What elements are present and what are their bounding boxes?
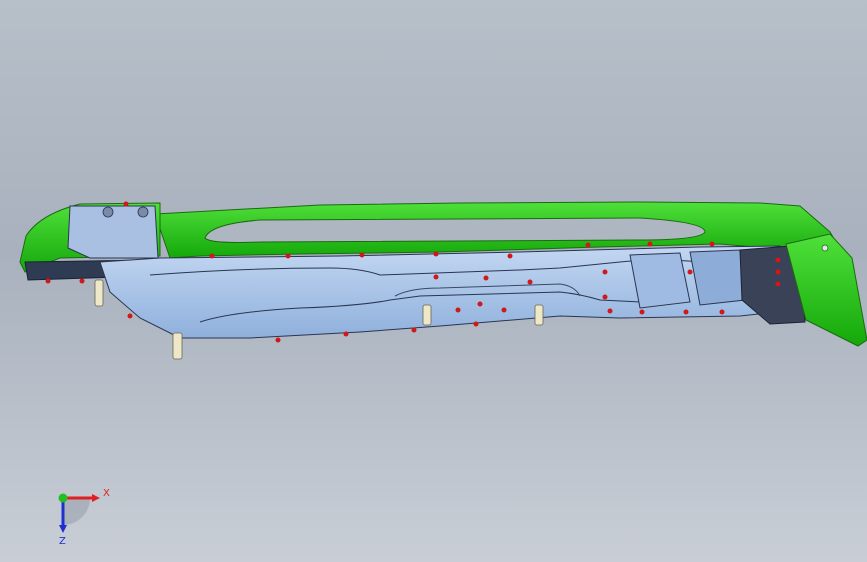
weld-point[interactable] bbox=[602, 269, 608, 275]
weld-point[interactable] bbox=[507, 253, 513, 259]
weld-point[interactable] bbox=[527, 279, 533, 285]
weld-point[interactable] bbox=[455, 307, 461, 313]
weld-point[interactable] bbox=[473, 321, 479, 327]
weld-point[interactable] bbox=[585, 242, 591, 248]
weld-point[interactable] bbox=[343, 331, 349, 337]
weld-point[interactable] bbox=[501, 307, 507, 313]
weld-point[interactable] bbox=[687, 269, 693, 275]
weld-point[interactable] bbox=[775, 257, 781, 263]
weld-point[interactable] bbox=[359, 252, 365, 258]
main-blue-rail[interactable] bbox=[99, 245, 796, 339]
weld-point[interactable] bbox=[709, 241, 715, 247]
fixture-pin[interactable] bbox=[94, 279, 104, 307]
weld-point[interactable] bbox=[433, 274, 439, 280]
weld-point[interactable] bbox=[127, 313, 133, 319]
green-flange-slot bbox=[204, 217, 706, 243]
weld-point[interactable] bbox=[411, 327, 417, 333]
fixture-pin[interactable] bbox=[422, 304, 432, 326]
weld-point[interactable] bbox=[433, 251, 439, 257]
weld-point[interactable] bbox=[45, 278, 51, 284]
sheet-metal-assembly[interactable] bbox=[19, 201, 867, 347]
weld-point[interactable] bbox=[607, 308, 613, 314]
weld-point[interactable] bbox=[683, 309, 689, 315]
weld-point[interactable] bbox=[483, 275, 489, 281]
fixture-pin[interactable] bbox=[534, 304, 544, 326]
right-boss-block-2[interactable] bbox=[689, 249, 746, 306]
right-boss-block[interactable] bbox=[629, 252, 691, 309]
weld-point[interactable] bbox=[79, 278, 85, 284]
weld-point[interactable] bbox=[123, 201, 129, 207]
weld-point[interactable] bbox=[209, 253, 215, 259]
fixture-pin[interactable] bbox=[172, 332, 183, 360]
weld-point[interactable] bbox=[719, 309, 725, 315]
cad-3d-viewport[interactable] bbox=[0, 0, 867, 562]
weld-point[interactable] bbox=[775, 281, 781, 287]
weld-point[interactable] bbox=[775, 269, 781, 275]
weld-point[interactable] bbox=[639, 309, 645, 315]
weld-point[interactable] bbox=[275, 337, 281, 343]
weld-point[interactable] bbox=[477, 301, 483, 307]
weld-point[interactable] bbox=[285, 253, 291, 259]
weld-point[interactable] bbox=[647, 241, 653, 247]
weld-point[interactable] bbox=[602, 294, 608, 300]
